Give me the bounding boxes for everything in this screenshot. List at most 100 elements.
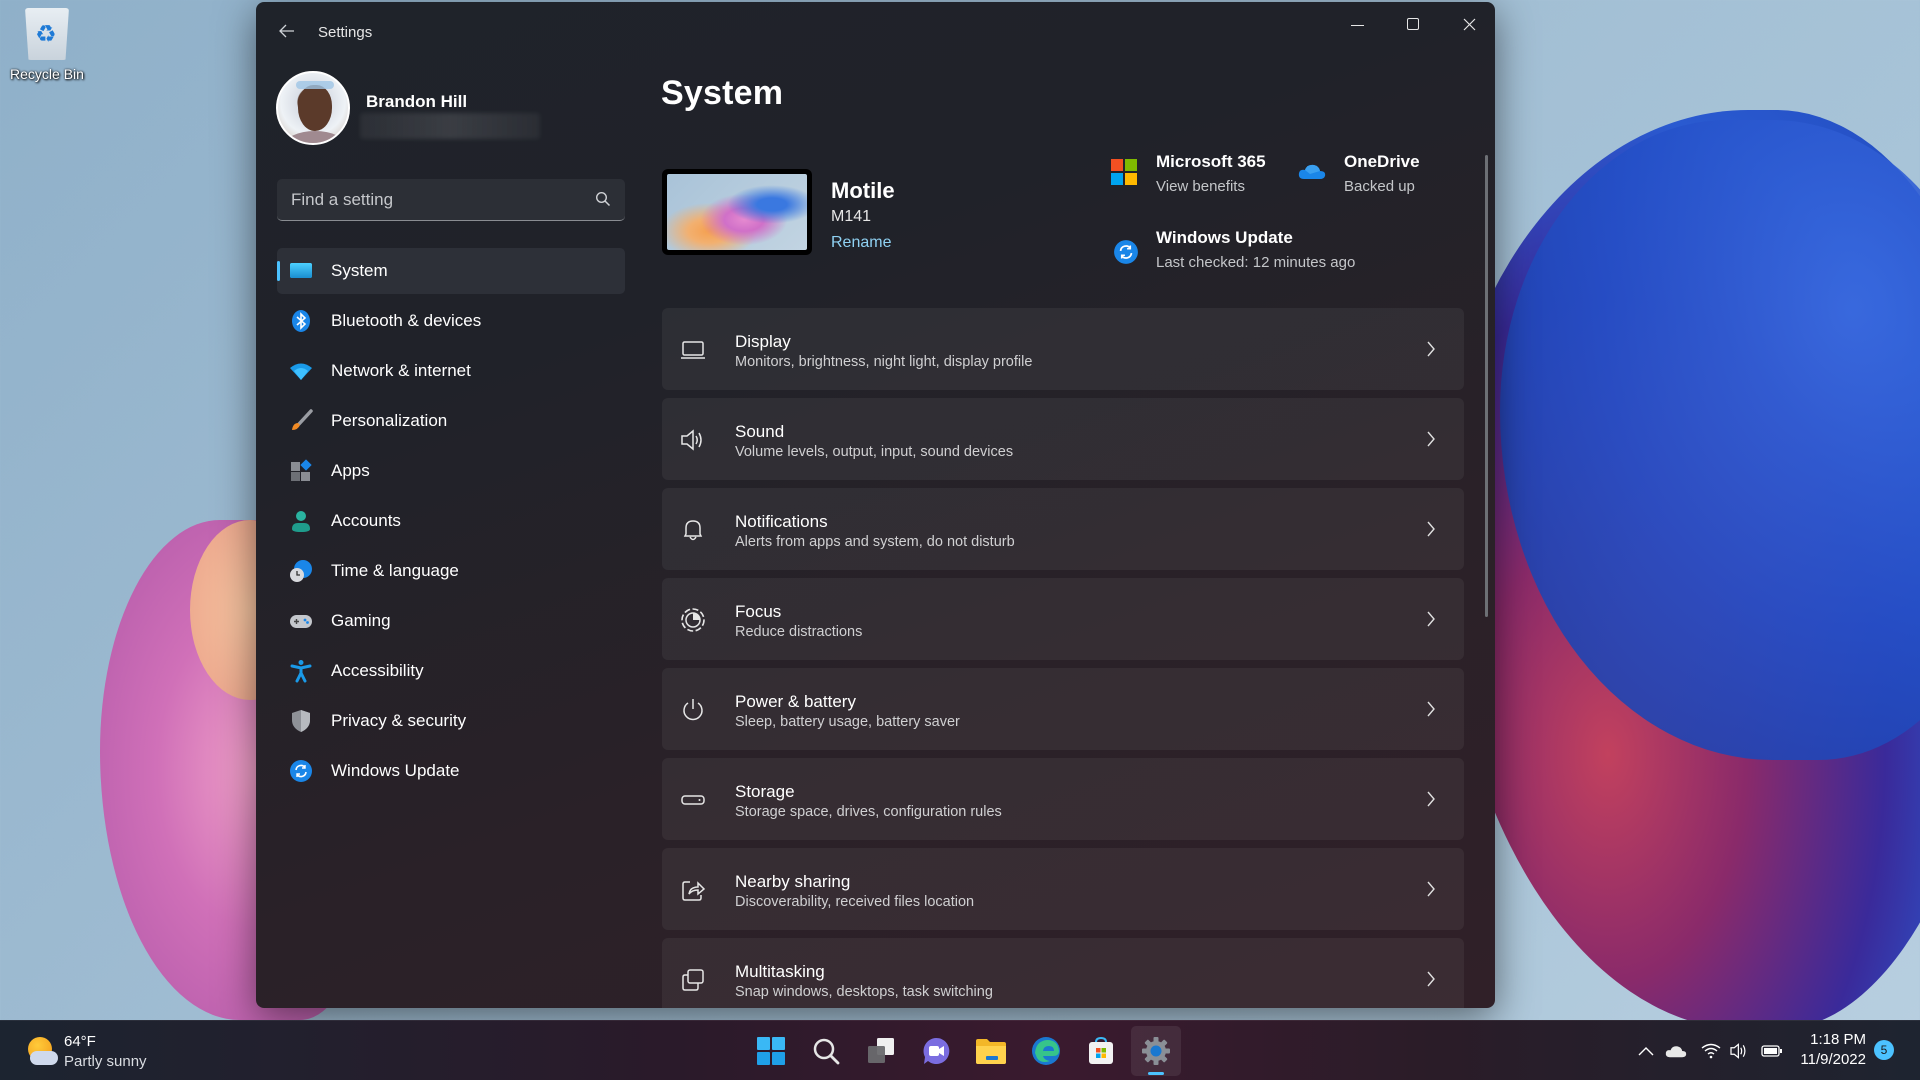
- search-box[interactable]: [277, 179, 625, 221]
- device-name: Motile: [831, 178, 895, 203]
- sidebar-item-privacy-security[interactable]: Privacy & security: [277, 698, 625, 744]
- maximize-button[interactable]: [1385, 2, 1441, 46]
- quick-link-subtitle: View benefits: [1156, 178, 1245, 195]
- card-title: Power & battery: [735, 692, 856, 711]
- maximize-icon: [1407, 18, 1419, 30]
- card-title: Focus: [735, 602, 782, 621]
- tray-battery[interactable]: [1760, 1039, 1784, 1063]
- sidebar-item-label: Windows Update: [331, 761, 460, 780]
- avatar[interactable]: [276, 71, 350, 145]
- quick-link-windows-update[interactable]: Windows Update Last checked: 12 minutes …: [1111, 228, 1371, 278]
- shield-icon: [292, 710, 310, 732]
- tray-onedrive[interactable]: [1664, 1039, 1688, 1063]
- clock-time: 1:18 PM: [1810, 1031, 1866, 1048]
- taskbar-start[interactable]: [746, 1026, 796, 1076]
- profile-email-redacted: [360, 113, 540, 139]
- quick-link-microsoft-365[interactable]: Microsoft 365 View benefits: [1111, 152, 1291, 202]
- wifi-icon: [1701, 1043, 1721, 1059]
- arrow-left-icon: [279, 24, 294, 38]
- chevron-right-icon: [1427, 611, 1435, 627]
- sidebar-item-accounts[interactable]: Accounts: [277, 498, 625, 544]
- card-title: Multitasking: [735, 962, 825, 981]
- sidebar-item-network-internet[interactable]: Network & internet: [277, 348, 625, 394]
- power-icon: [683, 699, 703, 721]
- minimize-button[interactable]: [1329, 2, 1385, 46]
- sidebar-item-time-language[interactable]: Time & language: [277, 548, 625, 594]
- chevron-right-icon: [1427, 431, 1435, 447]
- back-button[interactable]: [272, 16, 302, 46]
- sidebar-item-gaming[interactable]: Gaming: [277, 598, 625, 644]
- weather-condition: Partly sunny: [64, 1053, 147, 1070]
- taskbar-apps: [746, 1026, 1181, 1076]
- onedrive-cloud-icon: [1665, 1046, 1687, 1058]
- taskbar-settings[interactable]: [1131, 1026, 1181, 1076]
- show-hidden-icons-button[interactable]: [1636, 1039, 1656, 1063]
- settings-list: Display Monitors, brightness, night ligh…: [662, 308, 1464, 1008]
- chevron-up-icon: [1638, 1047, 1654, 1056]
- storage-drive-icon: [681, 795, 705, 805]
- cloud-icon: [30, 1051, 58, 1065]
- sidebar-item-apps[interactable]: Apps: [277, 448, 625, 494]
- title-bar[interactable]: Settings: [256, 2, 1495, 50]
- card-subtitle: Alerts from apps and system, do not dist…: [735, 534, 1015, 550]
- globe-clock-icon: [290, 560, 312, 582]
- chevron-right-icon: [1427, 341, 1435, 357]
- sidebar-item-system[interactable]: System: [277, 248, 625, 294]
- store-icon: [1089, 1036, 1113, 1064]
- sidebar-item-windows-update[interactable]: Windows Update: [277, 748, 625, 794]
- rename-link[interactable]: Rename: [831, 234, 891, 252]
- settings-card-nearby-sharing[interactable]: Nearby sharing Discoverability, received…: [662, 848, 1464, 930]
- card-subtitle: Sleep, battery usage, battery saver: [735, 714, 960, 730]
- settings-card-sound[interactable]: Sound Volume levels, output, input, soun…: [662, 398, 1464, 480]
- sidebar-item-label: Personalization: [331, 411, 448, 430]
- sidebar-item-accessibility[interactable]: Accessibility: [277, 648, 625, 694]
- tray-volume[interactable]: [1728, 1039, 1752, 1063]
- taskbar-search[interactable]: [801, 1026, 851, 1076]
- taskbar-chat[interactable]: [911, 1026, 961, 1076]
- card-title: Nearby sharing: [735, 872, 851, 891]
- scrollbar[interactable]: [1485, 155, 1488, 617]
- tray-network[interactable]: [1700, 1039, 1722, 1063]
- quick-link-onedrive[interactable]: OneDrive Backed up: [1298, 152, 1468, 202]
- quick-link-subtitle: Backed up: [1344, 178, 1415, 195]
- settings-card-display[interactable]: Display Monitors, brightness, night ligh…: [662, 308, 1464, 390]
- page-title: System: [661, 74, 784, 112]
- sidebar-item-label: System: [331, 261, 388, 280]
- close-button[interactable]: [1441, 2, 1495, 46]
- gamepad-icon: [290, 615, 312, 628]
- search-input[interactable]: [277, 179, 625, 220]
- taskbar-store[interactable]: [1076, 1026, 1126, 1076]
- sidebar-item-personalization[interactable]: Personalization: [277, 398, 625, 444]
- card-subtitle: Monitors, brightness, night light, displ…: [735, 354, 1033, 370]
- sidebar-item-label: Gaming: [331, 611, 391, 630]
- sidebar-item-label: Accounts: [331, 511, 401, 530]
- settings-card-power-battery[interactable]: Power & battery Sleep, battery usage, ba…: [662, 668, 1464, 750]
- device-model: M141: [831, 208, 872, 225]
- multitasking-icon: [682, 969, 704, 991]
- sidebar-nav: System Bluetooth & devices Network & int…: [277, 248, 625, 798]
- notification-count-badge[interactable]: 5: [1874, 1040, 1894, 1060]
- clock[interactable]: 1:18 PM 11/9/2022: [1790, 1031, 1866, 1068]
- sidebar-item-bluetooth-devices[interactable]: Bluetooth & devices: [277, 298, 625, 344]
- settings-card-focus[interactable]: Focus Reduce distractions: [662, 578, 1464, 660]
- update-icon: [1114, 240, 1138, 264]
- settings-card-multitasking[interactable]: Multitasking Snap windows, desktops, tas…: [662, 938, 1464, 1008]
- taskbar-file-explorer[interactable]: [966, 1026, 1016, 1076]
- settings-card-storage[interactable]: Storage Storage space, drives, configura…: [662, 758, 1464, 840]
- desktop-icon-recycle-bin[interactable]: ♻ Recycle Bin: [6, 8, 88, 82]
- settings-card-notifications[interactable]: Notifications Alerts from apps and syste…: [662, 488, 1464, 570]
- sidebar-item-label: Apps: [331, 461, 370, 480]
- sidebar-item-label: Accessibility: [331, 661, 424, 680]
- card-subtitle: Volume levels, output, input, sound devi…: [735, 444, 1014, 460]
- card-title: Notifications: [735, 512, 828, 531]
- taskbar-task-view[interactable]: [856, 1026, 906, 1076]
- taskbar: 64°F Partly sunny 1:18 PM 11/9/2022 5: [0, 1020, 1920, 1080]
- bluetooth-icon: [292, 310, 310, 332]
- search-icon[interactable]: [595, 191, 611, 207]
- speaker-icon: [681, 429, 702, 451]
- chevron-right-icon: [1427, 791, 1435, 807]
- taskbar-edge[interactable]: [1021, 1026, 1071, 1076]
- teams-chat-icon: [923, 1037, 950, 1064]
- microsoft-logo-icon: [1111, 159, 1137, 185]
- card-title: Sound: [735, 422, 785, 441]
